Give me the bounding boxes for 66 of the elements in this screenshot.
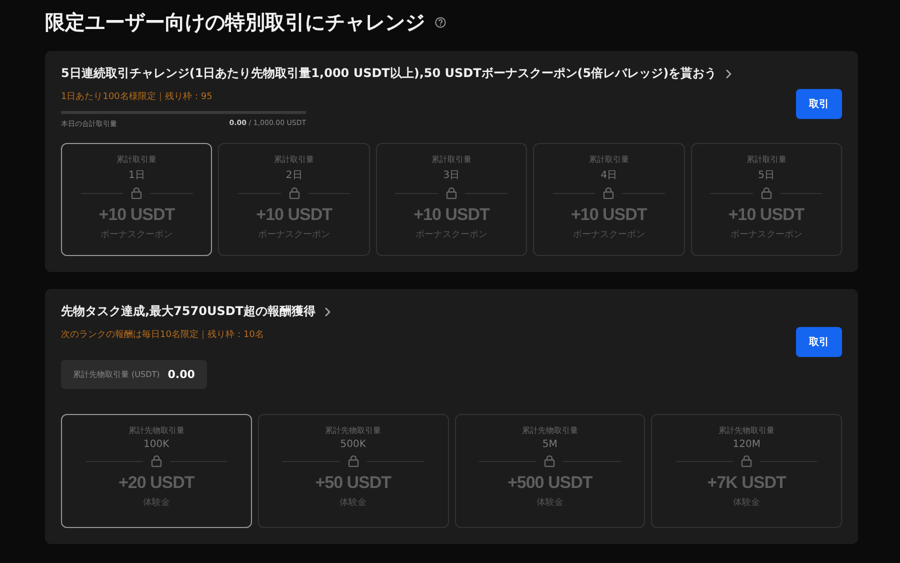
reward-type: 体験金 xyxy=(536,496,564,509)
lock-icon xyxy=(446,187,457,199)
challenge-title[interactable]: 先物タスク達成,最大7570USDT超の報酬獲得 xyxy=(61,303,316,320)
tier-caption: 累計取引量 xyxy=(116,154,157,165)
stat-value: 0.00 xyxy=(168,368,195,381)
tier-goal: 120M xyxy=(732,439,760,450)
tier-goal: 100K xyxy=(144,439,170,450)
reward-type: ボーナスクーポン xyxy=(415,229,488,241)
tier-reward: +10 USDT xyxy=(570,205,647,225)
tier-goal: 2日 xyxy=(286,169,302,182)
quota-note: 次のランクの報酬は毎日10名限定｜残り枠：10名 xyxy=(61,328,265,341)
lock-icon xyxy=(150,455,162,467)
lock-icon xyxy=(348,455,359,467)
reward-type: ボーナスクーポン xyxy=(730,229,802,241)
page-title: 限定ユーザー向けの特別取引にチャレンジ xyxy=(45,8,425,36)
reward-type: 体験金 xyxy=(142,496,170,509)
tier-caption: 累計取引量 xyxy=(274,154,314,165)
stat-label: 累計先物取引量 (USDT) xyxy=(73,369,160,380)
tier-reward: +20 USDT xyxy=(118,473,194,493)
lock-icon xyxy=(603,187,614,199)
tier-goal: 3日 xyxy=(443,169,460,182)
quota-note: 1日あたり100名様限定｜残り枠：95 xyxy=(61,90,214,103)
tier-reward: +500 USDT xyxy=(507,473,592,493)
challenge-title[interactable]: 5日連続取引チャレンジ(1日あたり先物取引量1,000 USDT以上),50 USDTボーナスクーポン(5倍レバレッジ)を貰おう xyxy=(61,65,717,82)
lock-icon xyxy=(288,187,300,199)
tier-caption: 累計取引量 xyxy=(588,154,629,165)
reward-tier[interactable]: 累計先物取引量 120M +7K USDT 体験金 xyxy=(651,414,842,528)
reward-type: 体験金 xyxy=(340,496,367,509)
reward-tier[interactable]: 累計取引量 5日 +10 USDT ボーナスクーポン xyxy=(690,143,842,256)
tier-reward: +10 USDT xyxy=(414,205,490,225)
tier-caption: 累計取引量 xyxy=(746,154,786,165)
reward-tier[interactable]: 累計取引量 2日 +10 USDT ボーナスクーポン xyxy=(218,143,370,256)
reward-tier[interactable]: 累計取引量 4日 +10 USDT ボーナスクーポン xyxy=(533,143,685,256)
tier-reward: +10 USDT xyxy=(728,205,804,225)
reward-tier[interactable]: 累計取引量 3日 +10 USDT ボーナスクーポン xyxy=(376,143,528,256)
tier-goal: 1日 xyxy=(128,169,145,182)
reward-type: ボーナスクーポン xyxy=(572,229,645,241)
tier-caption: 累計先物取引量 xyxy=(522,425,578,436)
reward-tier[interactable]: 累計先物取引量 100K +20 USDT 体験金 xyxy=(61,414,252,528)
help-icon[interactable] xyxy=(435,16,446,28)
lock-icon xyxy=(760,187,772,199)
tier-goal: 5日 xyxy=(758,169,774,182)
tier-goal: 500K xyxy=(340,439,366,450)
chevron-right-icon[interactable] xyxy=(724,68,732,78)
tier-caption: 累計先物取引量 xyxy=(128,425,184,436)
tier-caption: 累計先物取引量 xyxy=(325,425,382,436)
tier-goal: 5M xyxy=(542,439,558,450)
tier-caption: 累計先物取引量 xyxy=(718,425,775,436)
tier-reward: +7K USDT xyxy=(707,473,786,493)
lock-icon xyxy=(544,455,556,467)
reward-type: 体験金 xyxy=(733,496,760,509)
trade-button[interactable]: 取引 xyxy=(796,327,842,357)
reward-type: ボーナスクーポン xyxy=(100,229,173,241)
trade-button[interactable]: 取引 xyxy=(796,89,842,119)
reward-type: ボーナスクーポン xyxy=(258,229,330,241)
tier-goal: 4日 xyxy=(600,169,618,182)
tier-reward: +10 USDT xyxy=(256,205,332,225)
tier-reward: +10 USDT xyxy=(98,205,175,225)
chevron-right-icon[interactable] xyxy=(324,306,330,316)
tier-reward: +50 USDT xyxy=(315,473,392,493)
lock-icon xyxy=(741,455,752,467)
reward-tier[interactable]: 累計先物取引量 500K +50 USDT 体験金 xyxy=(258,414,448,528)
reward-tier[interactable]: 累計取引量 1日 +10 USDT ボーナスクーポン xyxy=(61,143,212,256)
reward-tier[interactable]: 累計先物取引量 5M +500 USDT 体験金 xyxy=(454,414,646,528)
lock-icon xyxy=(131,187,142,199)
tier-caption: 累計取引量 xyxy=(431,154,472,165)
